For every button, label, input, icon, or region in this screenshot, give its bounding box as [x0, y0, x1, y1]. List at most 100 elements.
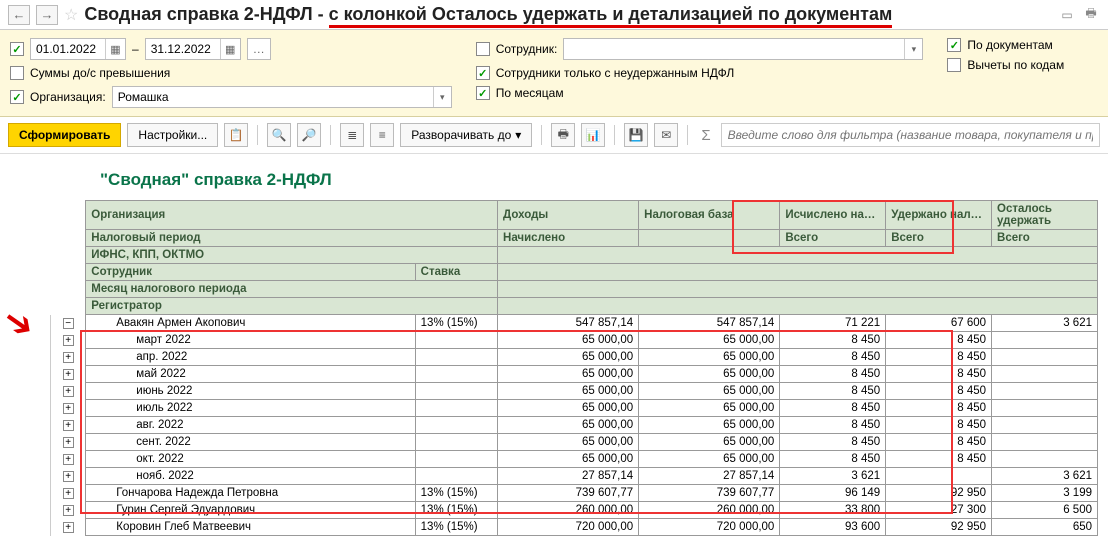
deductions-label: Вычеты по кодам [967, 58, 1064, 72]
search-clear-icon[interactable]: 🔎 [297, 123, 321, 147]
row-name: авг. 2022 [86, 417, 415, 434]
chart-icon[interactable]: 📊 [581, 123, 605, 147]
tree-toggle[interactable]: + [63, 454, 74, 465]
row-calc: 8 450 [780, 383, 886, 400]
table-row[interactable]: +Гончарова Надежда Петровна13% (15%)739 … [51, 485, 1098, 502]
print-button-icon[interactable]: 🖶 [551, 123, 575, 147]
sums-excess-label: Суммы до/с превышения [30, 66, 170, 80]
tree-toggle[interactable]: + [63, 522, 74, 533]
filter-search[interactable] [721, 123, 1100, 147]
table-row[interactable]: +Коровин Глеб Матвеевич13% (15%)720 000,… [51, 519, 1098, 536]
table-row[interactable]: +окт. 202265 000,0065 000,008 4508 450 [51, 451, 1098, 468]
table-row[interactable]: −Авакян Армен Акопович13% (15%)547 857,1… [51, 315, 1098, 332]
table-row[interactable]: +июль 202265 000,0065 000,008 4508 450 [51, 400, 1098, 417]
row-rate [415, 349, 497, 366]
employee-input[interactable] [564, 42, 904, 56]
header-tax-period: Налоговый период [86, 230, 498, 247]
table-row[interactable]: +май 202265 000,0065 000,008 4508 450 [51, 366, 1098, 383]
header-month: Месяц налогового периода [86, 281, 498, 298]
tree-toggle[interactable]: + [63, 352, 74, 363]
row-income: 65 000,00 [498, 366, 639, 383]
row-calc: 93 600 [780, 519, 886, 536]
period-picker-button[interactable]: … [247, 38, 271, 60]
generate-button[interactable]: Сформировать [8, 123, 121, 147]
row-base: 65 000,00 [639, 349, 780, 366]
row-held: 8 450 [886, 434, 992, 451]
organization-select[interactable]: ▾ [112, 86, 452, 108]
organization-input[interactable] [113, 90, 433, 104]
row-calc: 3 621 [780, 468, 886, 485]
calendar-icon[interactable]: ▦ [220, 39, 240, 59]
tree-toggle[interactable]: + [63, 471, 74, 482]
tree-toggle[interactable]: + [63, 505, 74, 516]
collapse-icon[interactable]: ≣ [340, 123, 364, 147]
row-remain [992, 366, 1098, 383]
row-calc: 8 450 [780, 349, 886, 366]
settings-button[interactable]: Настройки... [127, 123, 218, 147]
row-income: 720 000,00 [498, 519, 639, 536]
print-icon[interactable]: 🖶 [1082, 6, 1100, 24]
tree-toggle[interactable]: + [63, 386, 74, 397]
row-held: 92 950 [886, 519, 992, 536]
sigma-icon[interactable]: Σ [701, 127, 710, 144]
table-row[interactable]: +март 202265 000,0065 000,008 4508 450 [51, 332, 1098, 349]
header-total-remain: Всего [992, 230, 1098, 247]
chevron-down-icon[interactable]: ▾ [904, 39, 922, 59]
employee-select[interactable]: ▾ [563, 38, 923, 60]
nav-forward-button[interactable]: → [36, 5, 58, 25]
date-from-field[interactable]: ▦ [30, 38, 126, 60]
date-to-field[interactable]: ▦ [145, 38, 241, 60]
tree-toggle[interactable]: + [63, 369, 74, 380]
favorite-icon[interactable]: ☆ [64, 5, 78, 25]
chevron-down-icon[interactable]: ▾ [433, 87, 451, 107]
row-base: 260 000,00 [639, 502, 780, 519]
by-docs-label: По документам [967, 38, 1052, 52]
search-icon[interactable]: 🔍 [267, 123, 291, 147]
row-income: 547 857,14 [498, 315, 639, 332]
filter-search-input[interactable] [728, 128, 1093, 142]
sums-excess-checkbox[interactable] [10, 66, 24, 80]
row-rate [415, 400, 497, 417]
tree-toggle[interactable]: + [63, 437, 74, 448]
row-base: 65 000,00 [639, 366, 780, 383]
by-months-checkbox[interactable] [476, 86, 490, 100]
date-from-input[interactable] [31, 42, 105, 56]
header-tax-base: Налоговая база [639, 201, 780, 230]
date-to-input[interactable] [146, 42, 220, 56]
row-name: апр. 2022 [86, 349, 415, 366]
expand-icon[interactable]: ≡ [370, 123, 394, 147]
only-unheld-label: Сотрудники только с неудержанным НДФЛ [496, 66, 735, 80]
copy-settings-icon[interactable]: 📋 [224, 123, 248, 147]
save-report-icon[interactable]: ▭ [1058, 6, 1076, 24]
row-calc: 96 149 [780, 485, 886, 502]
table-row[interactable]: +авг. 202265 000,0065 000,008 4508 450 [51, 417, 1098, 434]
date-range-checkbox[interactable] [10, 42, 24, 56]
row-calc: 8 450 [780, 434, 886, 451]
tree-toggle[interactable]: + [63, 488, 74, 499]
table-row[interactable]: +Гурин Сергей Эдуардович13% (15%)260 000… [51, 502, 1098, 519]
table-row[interactable]: +апр. 202265 000,0065 000,008 4508 450 [51, 349, 1098, 366]
row-rate: 13% (15%) [415, 519, 497, 536]
employee-checkbox[interactable] [476, 42, 490, 56]
expand-to-button[interactable]: Разворачивать до ▾ [400, 123, 532, 147]
organization-checkbox[interactable] [10, 90, 24, 104]
tree-toggle[interactable]: + [63, 403, 74, 414]
only-unheld-checkbox[interactable] [476, 66, 490, 80]
header-remaining: Осталось удержать [992, 201, 1098, 230]
deductions-checkbox[interactable] [947, 58, 961, 72]
row-remain: 3 621 [992, 315, 1098, 332]
row-rate: 13% (15%) [415, 502, 497, 519]
email-icon[interactable]: ✉ [654, 123, 678, 147]
tree-toggle[interactable]: + [63, 420, 74, 431]
by-docs-checkbox[interactable] [947, 38, 961, 52]
save-icon[interactable]: 💾 [624, 123, 648, 147]
page-title: Сводная справка 2-НДФЛ - с колонкой Оста… [84, 4, 892, 25]
table-row[interactable]: +июнь 202265 000,0065 000,008 4508 450 [51, 383, 1098, 400]
tree-toggle[interactable]: − [63, 318, 74, 329]
table-row[interactable]: +нояб. 202227 857,1427 857,143 6213 621 [51, 468, 1098, 485]
calendar-icon[interactable]: ▦ [105, 39, 125, 59]
tree-toggle[interactable]: + [63, 335, 74, 346]
row-held: 27 300 [886, 502, 992, 519]
table-row[interactable]: +сент. 202265 000,0065 000,008 4508 450 [51, 434, 1098, 451]
nav-back-button[interactable]: ← [8, 5, 30, 25]
